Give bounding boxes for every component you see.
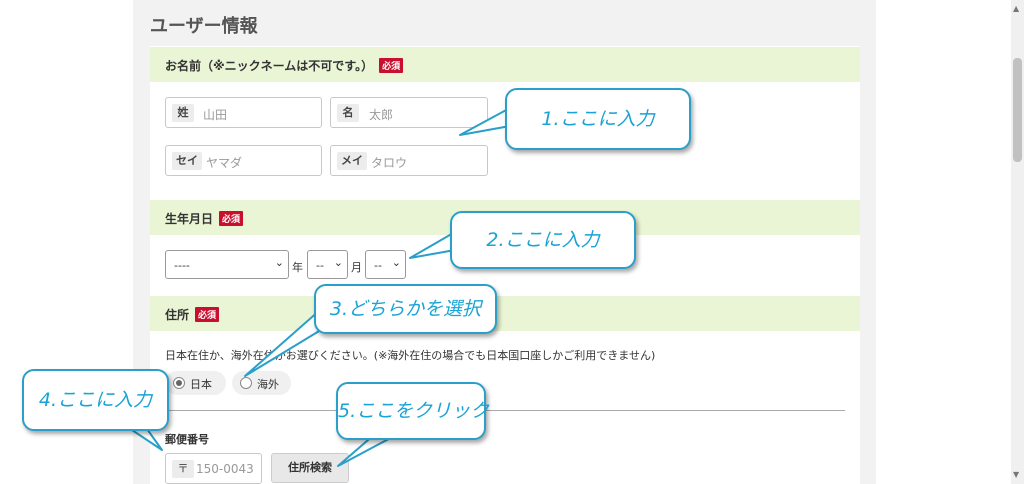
callout-3: 3.どちらかを選択 bbox=[314, 284, 497, 334]
callout-1: 1.ここに入力 bbox=[505, 88, 691, 150]
callout-5: 5.ここをクリック bbox=[336, 382, 489, 440]
callout-4: 4.ここに入力 bbox=[22, 369, 169, 431]
callout-2: 2.ここに入力 bbox=[450, 211, 636, 269]
